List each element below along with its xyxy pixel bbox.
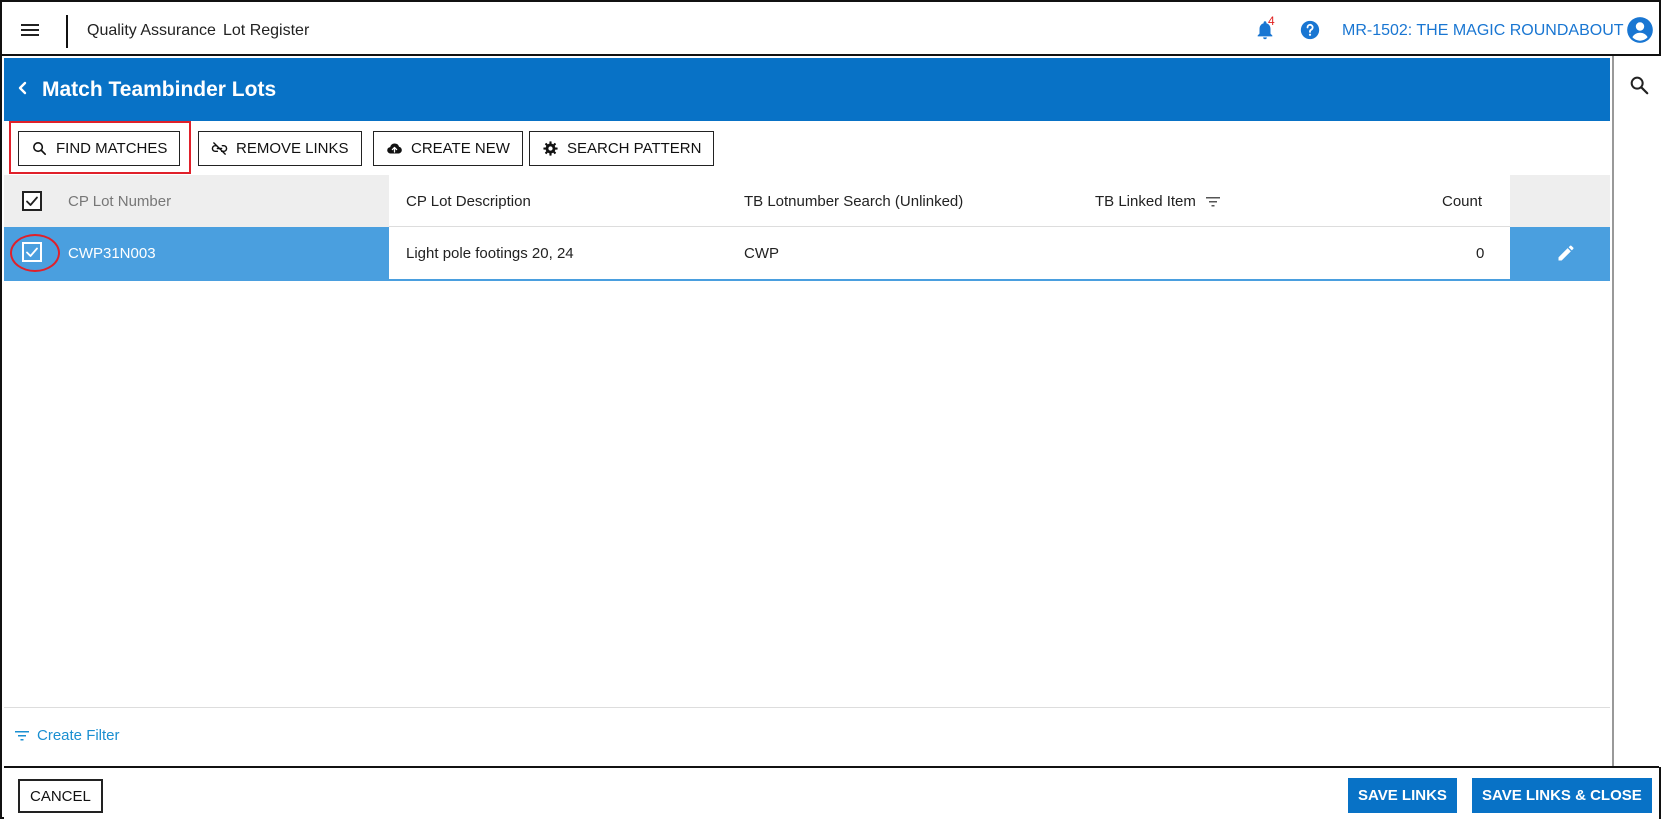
filter-icon[interactable] [1206,196,1221,208]
create-new-button[interactable]: CREATE NEW [373,131,523,166]
cell-tb-lotnumber-search: CWP [744,245,779,262]
frozen-header-right [1510,175,1610,227]
back-chevron-icon[interactable] [12,76,32,100]
notification-count-badge: 4 [1268,14,1275,28]
save-links-and-close-button[interactable]: SAVE LINKS & CLOSE [1472,778,1652,813]
column-header-tb-linked-item[interactable]: TB Linked Item [1095,193,1221,210]
annotation-circle [10,234,60,272]
cell-cp-lot-number: CWP31N003 [68,245,156,262]
checkmark-icon [26,196,38,206]
right-side-rail [1612,56,1661,767]
app-window: Quality Assurance Lot Register 4 MR-1502… [0,0,1661,819]
project-selector[interactable]: MR-1502: THE MAGIC ROUNDABOUT [1342,22,1624,40]
tb-linked-item-label: TB Linked Item [1095,193,1196,210]
remove-links-button[interactable]: REMOVE LINKS [198,131,362,166]
annotation-highlight-box [9,121,191,174]
remove-links-label: REMOVE LINKS [236,140,349,157]
column-header-cp-lot-number[interactable]: CP Lot Number [68,193,171,210]
help-icon[interactable] [1299,19,1321,41]
column-header-cp-lot-description[interactable]: CP Lot Description [406,193,531,210]
gear-icon [543,141,558,156]
toolbar-divider [66,15,68,48]
create-filter-label: Create Filter [37,727,120,744]
account-avatar-icon[interactable] [1626,16,1654,44]
divider [4,707,1610,708]
page-header: Match Teambinder Lots [4,58,1610,121]
column-header-tb-lotnumber-search[interactable]: TB Lotnumber Search (Unlinked) [744,193,963,210]
cell-count: 0 [1476,245,1485,262]
hamburger-menu-icon[interactable] [18,18,42,42]
search-pattern-label: SEARCH PATTERN [567,140,702,157]
column-header-count[interactable]: Count [1442,193,1482,210]
frozen-cell-left [4,227,389,279]
search-pattern-button[interactable]: SEARCH PATTERN [529,131,715,166]
create-new-label: CREATE NEW [411,140,510,157]
select-all-checkbox[interactable] [22,191,42,211]
cancel-button[interactable]: CANCEL [18,779,103,813]
breadcrumb-page[interactable]: Lot Register [223,22,309,40]
create-filter-link[interactable]: Create Filter [15,727,120,744]
cloud-upload-icon [387,143,402,154]
edit-pencil-icon[interactable] [1556,243,1576,263]
frozen-cell-right [1510,227,1610,279]
table-row[interactable]: CWP31N003 Light pole footings 20, 24 CWP… [4,227,1610,281]
filter-icon [15,730,29,740]
breadcrumb-module[interactable]: Quality Assurance [87,22,216,40]
bottom-action-bar: CANCEL SAVE LINKS SAVE LINKS & CLOSE [4,766,1659,819]
frozen-header-left [4,175,389,227]
save-links-button[interactable]: SAVE LINKS [1348,778,1457,813]
link-off-icon [211,142,228,155]
page-title: Match Teambinder Lots [42,78,277,101]
cell-cp-lot-description: Light pole footings 20, 24 [406,245,574,262]
table-header: CP Lot Number CP Lot Description TB Lotn… [4,175,1610,227]
top-app-bar: Quality Assurance Lot Register 4 MR-1502… [2,2,1659,56]
search-icon[interactable] [1628,74,1650,96]
